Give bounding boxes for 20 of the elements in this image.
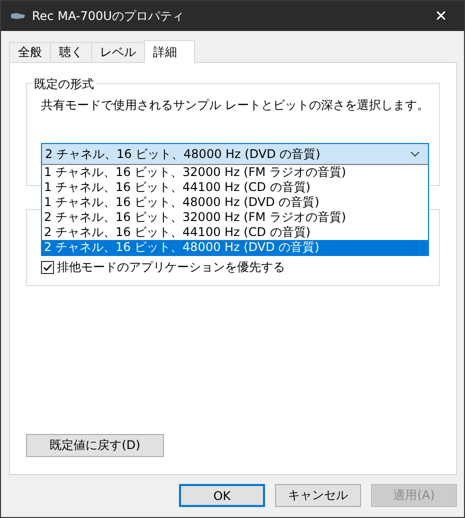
restore-defaults-button[interactable]: 既定値に戻す(D) bbox=[26, 434, 164, 457]
speaker-icon bbox=[10, 11, 26, 21]
checkbox-label: 排他モードのアプリケーションを優先する bbox=[57, 259, 285, 276]
close-button[interactable]: ✕ bbox=[418, 1, 464, 31]
group-label: 既定の形式 bbox=[32, 76, 96, 93]
dialog-button[interactable]: OK bbox=[179, 484, 265, 507]
format-dropdown[interactable]: 2 チャネル、16 ビット、48000 Hz (DVD の音質) bbox=[41, 143, 429, 165]
dialog-button[interactable]: キャンセル bbox=[275, 484, 361, 507]
window-title: Rec MA-700Uのプロパティ bbox=[32, 8, 185, 24]
chevron-icon bbox=[410, 151, 420, 157]
dropdown-option[interactable]: 2 チャネル、16 ビット、32000 Hz (FM ラジオの音質) bbox=[42, 210, 428, 225]
dropdown-option[interactable]: 1 チャネル、16 ビット、32000 Hz (FM ラジオの音質) bbox=[42, 165, 428, 180]
description-text: 共有モードで使用されるサンプル レートとビットの深さを選択します。 bbox=[41, 97, 425, 114]
tab[interactable]: 詳細 bbox=[144, 40, 195, 63]
dropdown-option[interactable]: 2 チャネル、16 ビット、44100 Hz (CD の音質) bbox=[42, 225, 428, 240]
dropdown-option[interactable]: 1 チャネル、16 ビット、48000 Hz (DVD の音質) bbox=[42, 195, 428, 210]
dropdown-option[interactable]: 2 チャネル、16 ビット、48000 Hz (DVD の音質) bbox=[42, 240, 428, 255]
tab[interactable]: 全般 bbox=[9, 42, 51, 62]
dropdown-option[interactable]: 1 チャネル、16 ビット、44100 Hz (CD の音質) bbox=[42, 180, 428, 195]
checkbox[interactable] bbox=[41, 261, 54, 274]
